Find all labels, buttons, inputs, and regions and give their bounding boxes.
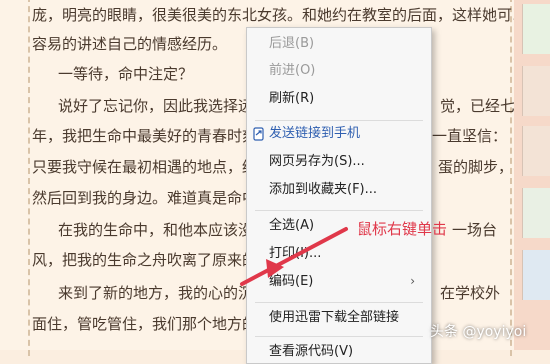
- watermark-text: 头条 @yoyiyoi: [430, 324, 527, 340]
- annotation-arrow-icon: [240, 227, 348, 286]
